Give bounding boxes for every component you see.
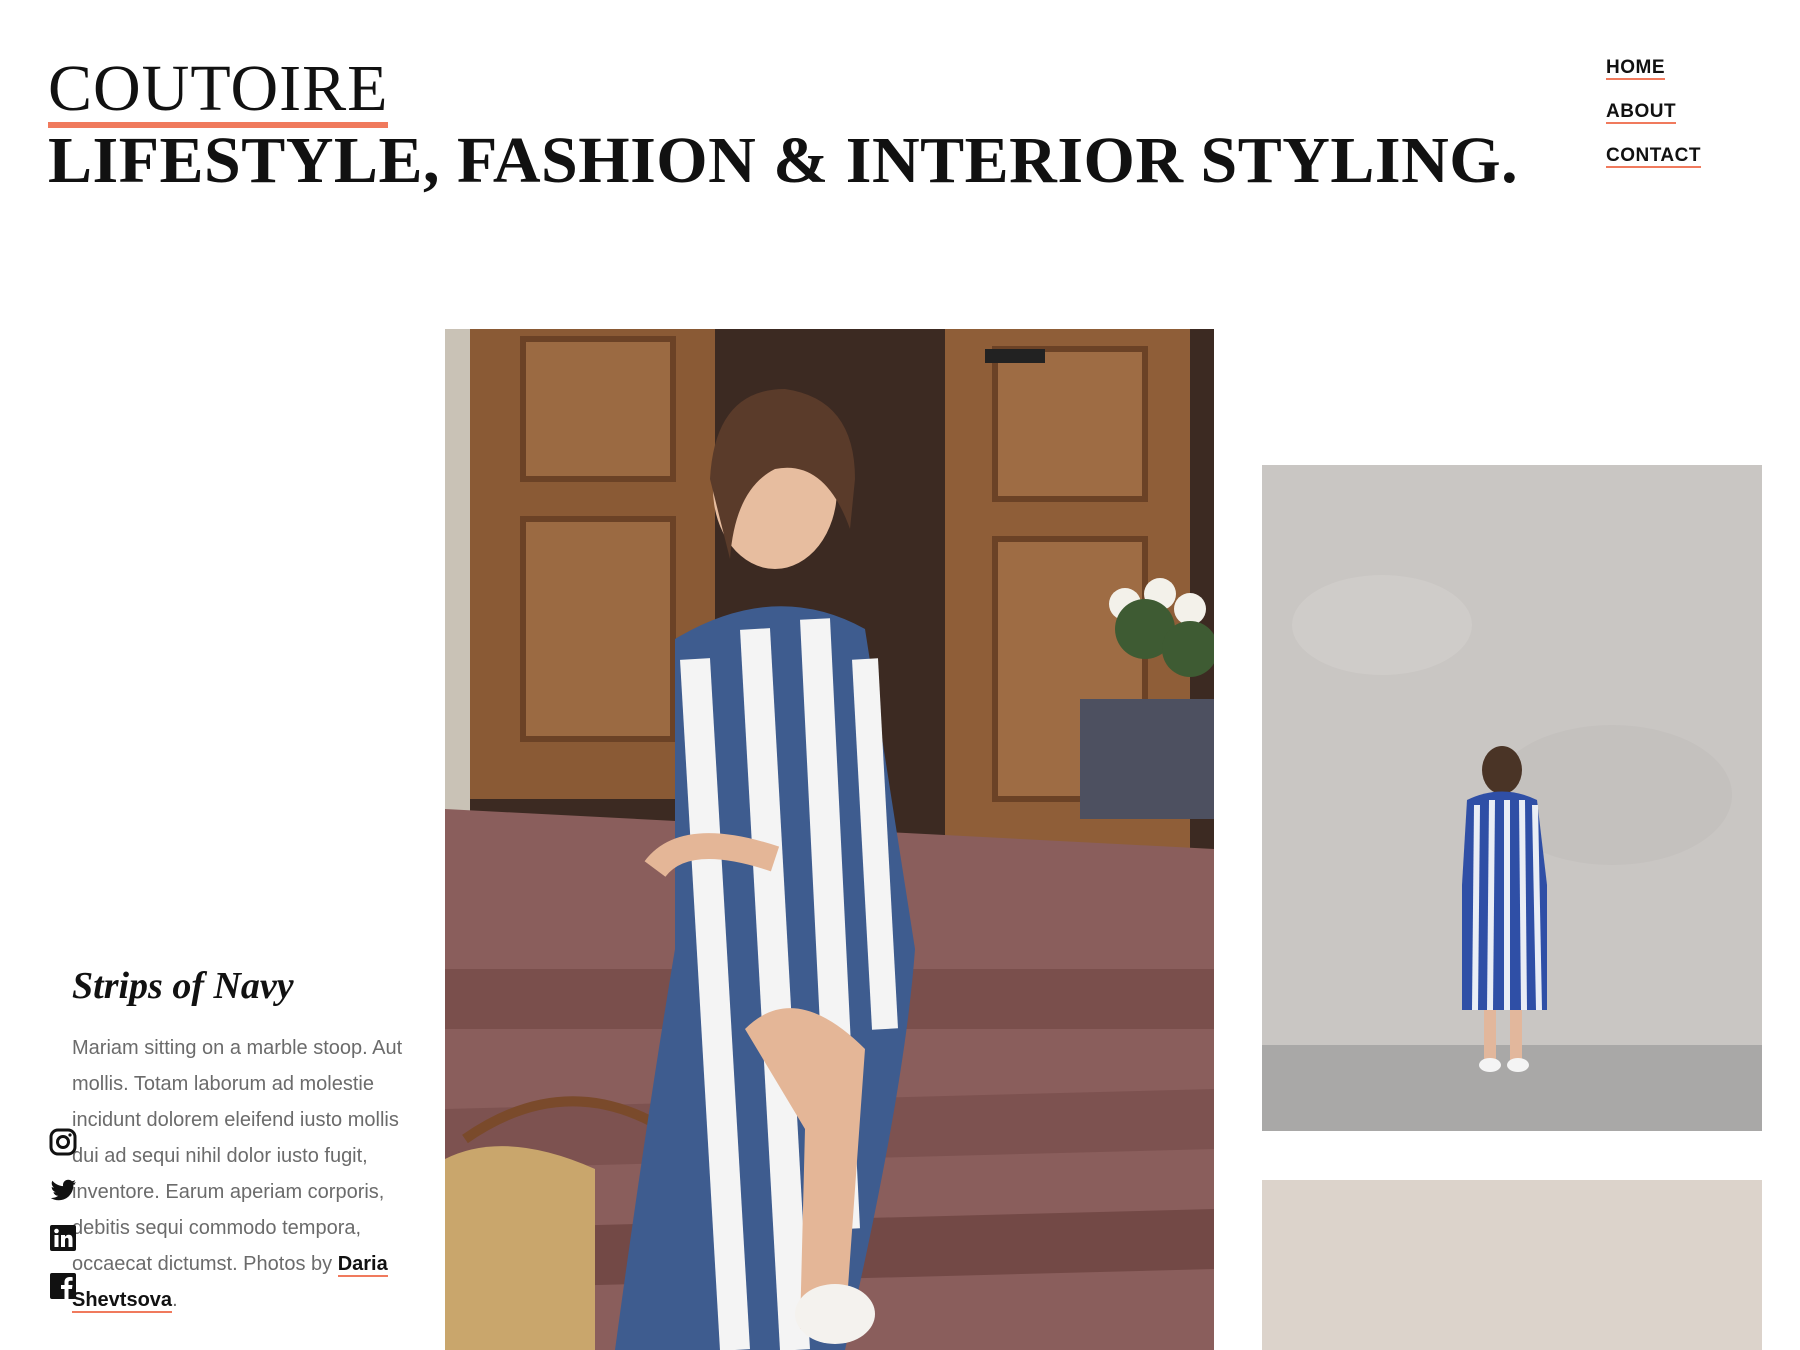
linkedin-glyph xyxy=(50,1225,76,1251)
photo-caption: Strips of Navy Mariam sitting on a marbl… xyxy=(72,965,417,1318)
twitter-icon[interactable] xyxy=(48,1175,78,1205)
side-photo-woman-facing-wall xyxy=(1262,465,1762,1131)
beige-placeholder-block xyxy=(1262,1180,1762,1350)
page: COUTOIRE LIFESTYLE, FASHION & INTERIOR S… xyxy=(0,0,1800,1350)
caption-title: Strips of Navy xyxy=(72,965,294,1007)
nav-contact-link[interactable]: CONTACT xyxy=(1606,145,1701,168)
site-tagline: LIFESTYLE, FASHION & INTERIOR STYLING. xyxy=(48,124,1519,197)
caption-period: . xyxy=(172,1288,178,1311)
twitter-glyph xyxy=(50,1179,76,1201)
social-links xyxy=(48,1127,80,1319)
main-photo-woman-on-stoop xyxy=(445,329,1214,1350)
caption-body: Mariam sitting on a marble stoop. Aut mo… xyxy=(72,1030,417,1318)
main-nav: HOME ABOUT CONTACT xyxy=(1606,58,1701,190)
caption-text: Mariam sitting on a marble stoop. Aut mo… xyxy=(72,1036,403,1275)
brand-logo-link[interactable]: COUTOIRE xyxy=(48,56,389,128)
main-photo-illustration xyxy=(445,329,1214,1350)
site-header: COUTOIRE LIFESTYLE, FASHION & INTERIOR S… xyxy=(48,56,1518,194)
facebook-glyph xyxy=(50,1273,76,1299)
instagram-glyph xyxy=(49,1128,77,1156)
nav-home-link[interactable]: HOME xyxy=(1606,58,1665,80)
linkedin-icon[interactable] xyxy=(48,1223,78,1253)
side-photo-illustration xyxy=(1262,465,1762,1131)
instagram-icon[interactable] xyxy=(48,1127,78,1157)
nav-about-link[interactable]: ABOUT xyxy=(1606,101,1677,124)
facebook-icon[interactable] xyxy=(48,1271,78,1301)
